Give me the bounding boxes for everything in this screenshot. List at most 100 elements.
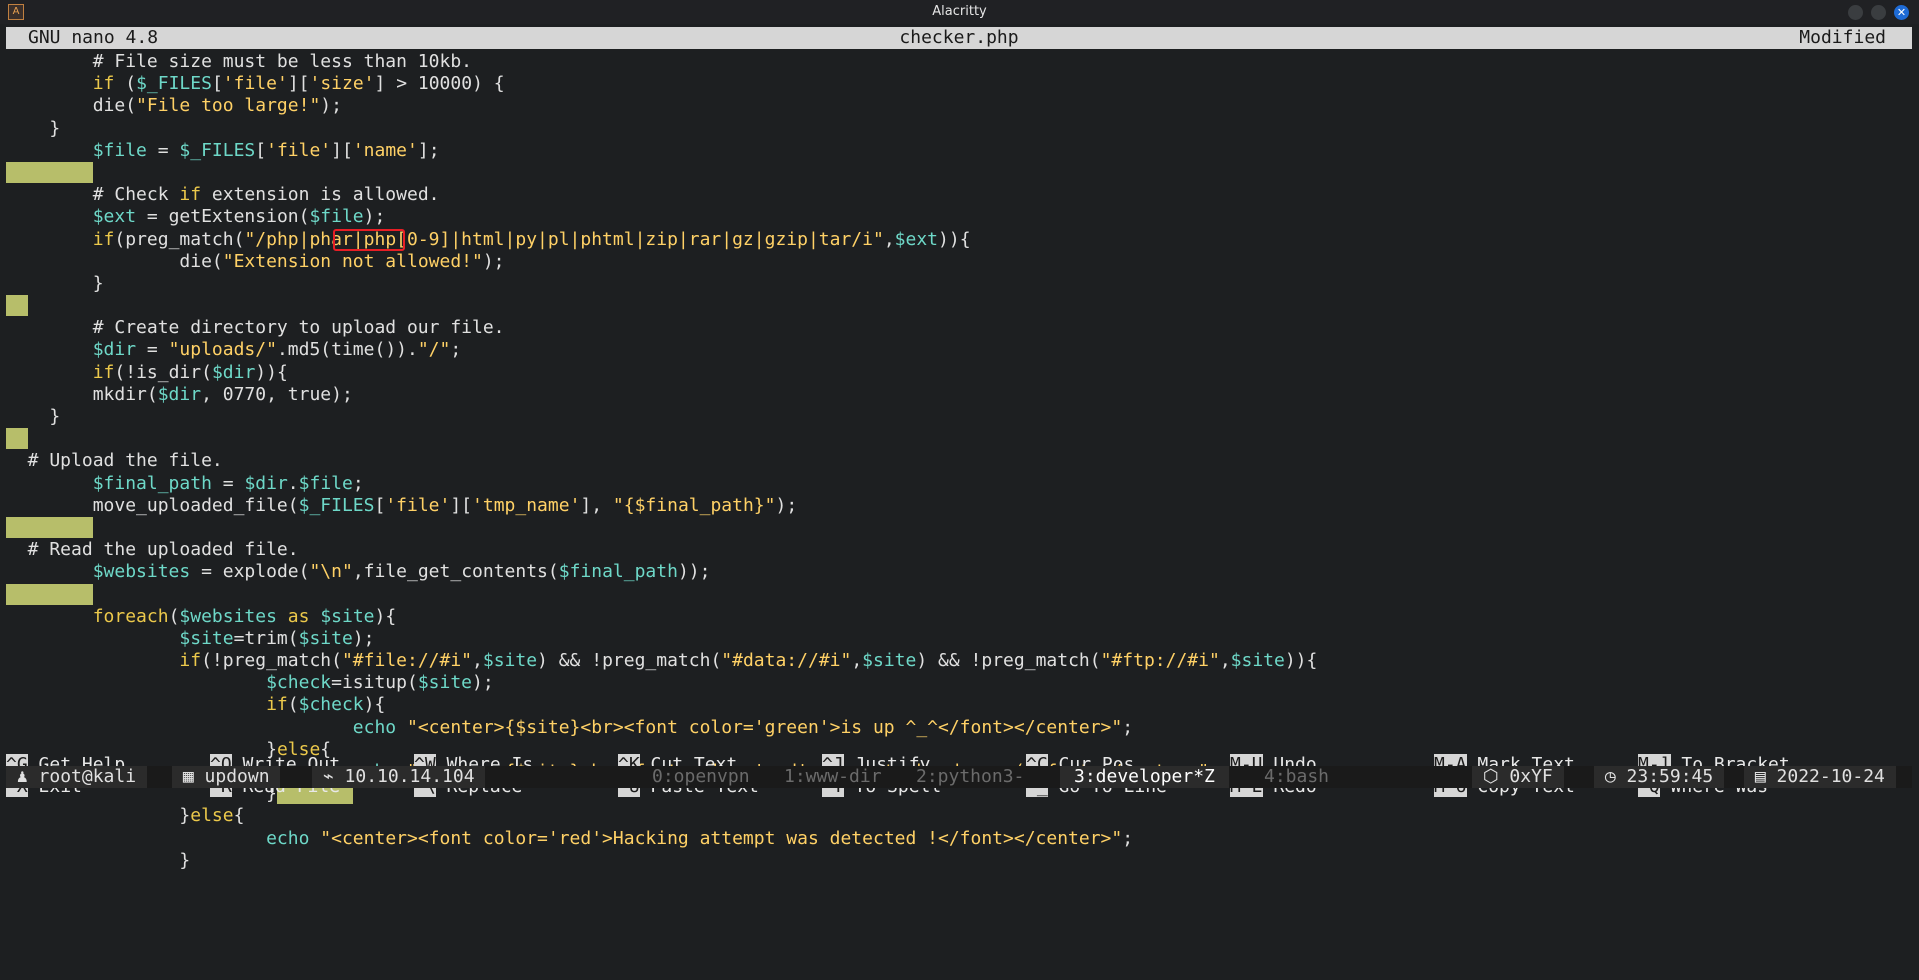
code-token (6, 161, 93, 183)
code-token: ( (168, 605, 180, 627)
code-token: ][ (287, 73, 310, 95)
code-token: ); (472, 672, 494, 694)
tmux-window[interactable]: 2:python3- (916, 766, 1024, 788)
code-token: $_FILES (179, 139, 256, 161)
code-line[interactable]: # Read the uploaded file. (6, 539, 1912, 561)
editor-buffer[interactable]: # File size must be less than 10kb. if (… (6, 51, 1912, 872)
code-token: )); (677, 561, 711, 583)
code-line[interactable]: # File size must be less than 10kb. (6, 51, 1912, 73)
code-token: )){ (255, 361, 288, 383)
code-token: $site (482, 650, 538, 672)
code-line[interactable]: foreach($websites as $site){ (6, 606, 1912, 628)
code-line[interactable]: echo "<center><font color='red'>Hacking … (6, 828, 1912, 850)
code-line[interactable] (6, 516, 1912, 539)
tmux-window[interactable]: 4:bash (1264, 766, 1329, 788)
code-token: , (883, 228, 895, 250)
maximize-button[interactable] (1871, 5, 1886, 20)
code-token: $site (417, 672, 473, 694)
code-token: ], (580, 494, 613, 516)
code-token: foreach (92, 605, 169, 627)
code-line[interactable] (6, 295, 1912, 317)
nano-modified-status: Modified (1799, 27, 1886, 48)
code-line[interactable]: if($check){ (6, 694, 1912, 716)
code-line[interactable]: }else{ (6, 805, 1912, 827)
code-token: } (6, 272, 104, 294)
code-token: , 0770, true); (201, 383, 353, 405)
tmux-window[interactable]: 1:www-dir (784, 766, 882, 788)
code-token: echo (352, 716, 397, 738)
code-token: extension is allowed. (201, 184, 440, 206)
code-line[interactable]: $site=trim($site); (6, 628, 1912, 650)
window-titlebar[interactable]: A Alacritty ✕ (0, 0, 1919, 24)
code-token: $check (298, 694, 364, 716)
code-token: $ext (92, 206, 137, 228)
code-line[interactable]: $ext = getExtension($file); (6, 206, 1912, 228)
code-token (6, 428, 28, 450)
code-token: ); (775, 494, 798, 516)
code-token: , (851, 650, 863, 672)
code-token: if (92, 73, 115, 95)
code-token: $site (179, 627, 234, 649)
code-token: "#ftp://#i" (1100, 650, 1220, 672)
code-token: "#data://#i" (721, 650, 852, 672)
code-line[interactable]: if(!is_dir($dir)){ (6, 362, 1912, 384)
code-token: # File size must be less than 10kb. (6, 51, 472, 72)
tmux-statusbar: ♟ root@kali ▦ updown ⌁ 10.10.14.104 0:op… (6, 766, 1912, 788)
code-token: = getExtension( (136, 206, 310, 228)
code-line[interactable]: } (6, 406, 1912, 428)
code-line[interactable]: mkdir($dir, 0770, true); (6, 384, 1912, 406)
code-token: ); (482, 250, 505, 272)
code-token: .md5(time()). (276, 339, 418, 361)
code-token: { (1306, 650, 1318, 672)
code-line[interactable]: $websites = explode("\n",file_get_conten… (6, 561, 1912, 583)
status-time: ◷ 23:59:45 (1594, 766, 1725, 788)
code-token: ]; (417, 139, 440, 161)
code-line[interactable]: } (6, 850, 1912, 872)
code-line[interactable]: $file = $_FILES['file']['name']; (6, 140, 1912, 162)
code-token: =isitup( (331, 672, 418, 694)
status-user: ♟ root@kali (6, 766, 147, 788)
code-line[interactable] (6, 161, 1912, 184)
code-token: "\n" (309, 561, 353, 583)
code-line[interactable] (6, 583, 1912, 606)
code-line[interactable]: # Check if extension is allowed. (6, 184, 1912, 206)
code-line[interactable]: # Upload the file. (6, 450, 1912, 472)
code-line[interactable]: } (6, 273, 1912, 295)
code-token: 'tmp_name' (472, 494, 581, 516)
code-token: } (6, 849, 191, 871)
terminal[interactable]: GNU nano 4.8 checker.php Modified # File… (0, 24, 1919, 980)
code-token: $_FILES (136, 73, 212, 95)
alacritty-icon: A (8, 4, 24, 20)
code-token: "<center><font color='red'>Hacking attem… (320, 827, 1123, 849)
minimize-button[interactable] (1848, 5, 1863, 20)
code-line[interactable]: $final_path = $dir.$file; (6, 473, 1912, 495)
code-line[interactable]: move_uploaded_file($_FILES['file']['tmp_… (6, 495, 1912, 517)
code-line[interactable]: if(!preg_match("#file://#i",$site) && !p… (6, 650, 1912, 672)
code-line[interactable]: die("Extension not allowed!"); (6, 251, 1912, 273)
code-token: 'name' (352, 139, 418, 161)
tmux-window[interactable]: 0:openvpn (652, 766, 750, 788)
code-line[interactable]: if ($_FILES['file']['size'] > 10000) { (6, 73, 1912, 95)
code-line[interactable]: if(preg_match("/php|phar|php[0-9]|html|p… (6, 228, 1912, 251)
code-line[interactable]: } (6, 118, 1912, 140)
code-token: = explode( (190, 561, 310, 583)
code-token: # Create directory to upload our file. (6, 317, 505, 339)
code-line[interactable]: echo "<center>{$site}<br><font color='gr… (6, 717, 1912, 739)
code-line[interactable]: # Create directory to upload our file. (6, 317, 1912, 339)
code-token: ) && !preg_match( (537, 650, 722, 672)
close-button[interactable]: ✕ (1894, 5, 1909, 20)
code-line[interactable]: $dir = "uploads/".md5(time())."/"; (6, 339, 1912, 361)
code-line[interactable]: die("File too large!"); (6, 95, 1912, 117)
code-line[interactable] (6, 428, 1912, 450)
code-token: # Read the uploaded file. (6, 539, 299, 561)
tmux-window-active[interactable]: 3:developer*Z (1060, 766, 1229, 788)
code-line[interactable]: $check=isitup($site); (6, 672, 1912, 694)
nano-filename: checker.php (899, 27, 1019, 48)
person-icon: ♟ (6, 766, 39, 787)
